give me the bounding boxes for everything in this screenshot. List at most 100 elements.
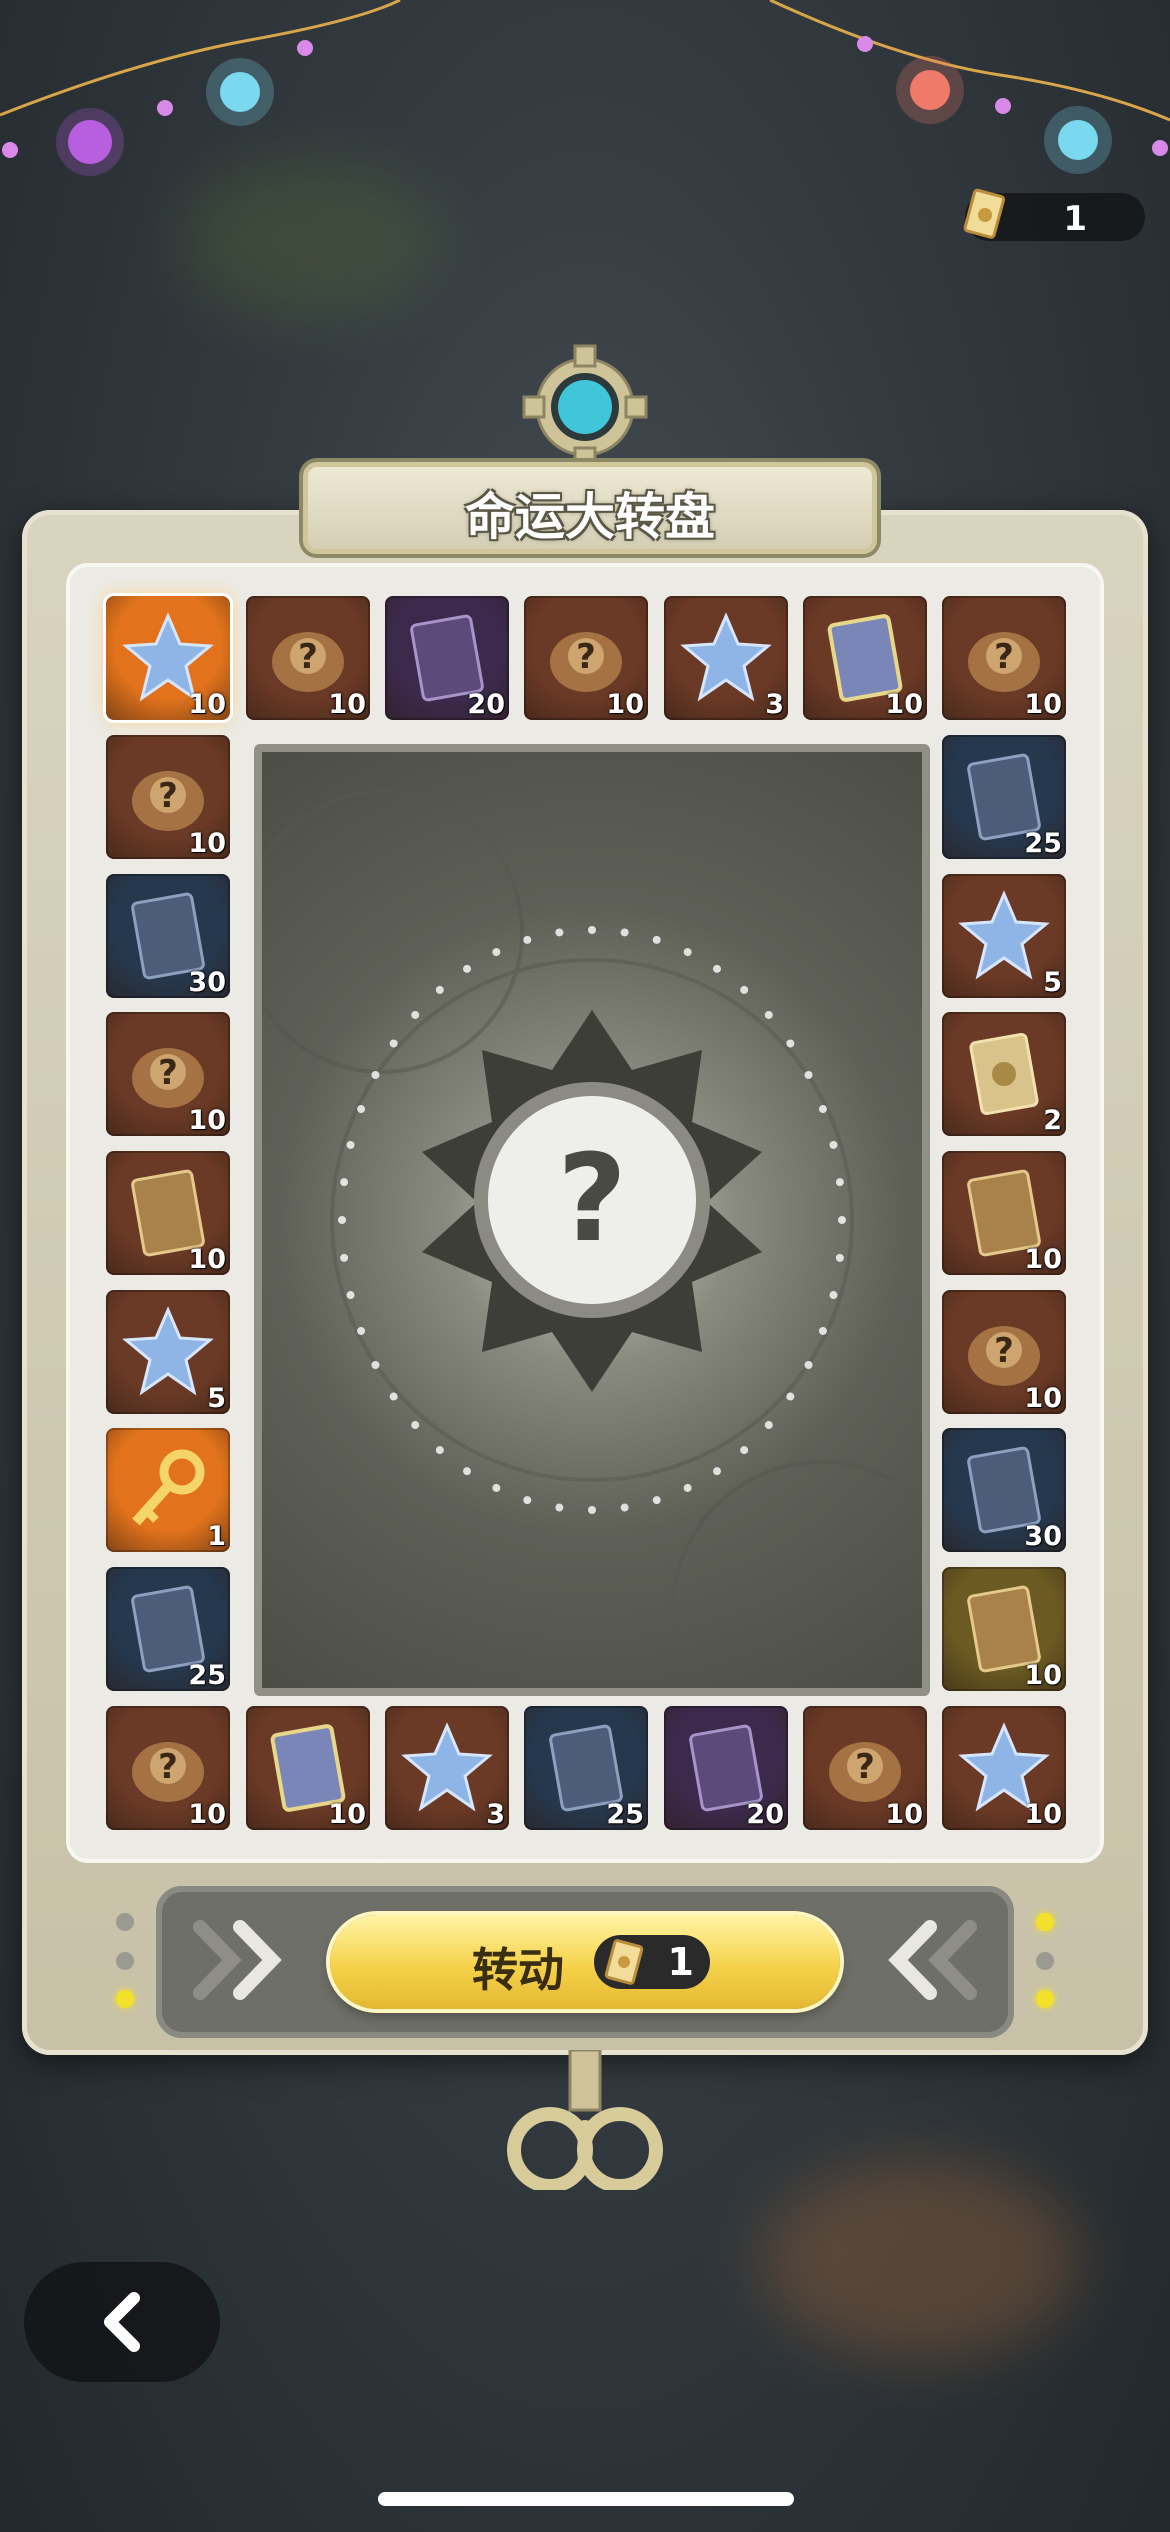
ring-dot	[435, 1446, 444, 1455]
svg-text:?: ?	[158, 1747, 178, 1787]
reward-tile-portrait-card-blue: 30	[106, 874, 230, 998]
ring-dot	[492, 948, 501, 957]
ring-dot	[340, 1178, 349, 1187]
reward-tile-card-gold: 10	[942, 1151, 1066, 1275]
ring-dot	[683, 1483, 692, 1492]
reward-tile-crystal-star: 3	[385, 1706, 509, 1830]
reward-tile-crystal-star: 10	[106, 596, 230, 720]
reward-quantity: 10	[188, 689, 226, 720]
reward-quantity: 20	[467, 689, 505, 720]
spin-cost-badge: 1	[594, 1935, 710, 1989]
bokeh-light	[760, 2160, 1080, 2360]
ring-dot	[713, 964, 721, 973]
indicator-light	[1036, 1952, 1054, 1970]
ring-dot	[683, 948, 692, 957]
ring-dot	[764, 1010, 773, 1019]
ring-dot	[829, 1291, 838, 1300]
reward-tile-portrait-card-purple: 20	[664, 1706, 788, 1830]
indicator-light	[116, 1952, 134, 1970]
indicator-light	[116, 1990, 134, 2008]
ring-dot	[389, 1392, 398, 1401]
ring-dot	[371, 1361, 380, 1369]
reward-tile-mystery-box: ? 10	[106, 1706, 230, 1830]
ring-dot	[371, 1071, 380, 1079]
reward-tile-mystery-box: ? 10	[942, 596, 1066, 720]
spin-button[interactable]: 转动 1	[330, 1915, 840, 2009]
ring-dot	[346, 1291, 355, 1300]
ring-dot	[652, 1496, 661, 1505]
reward-tile-card-gold: 10	[106, 1151, 230, 1275]
reward-quantity: 1	[207, 1521, 226, 1552]
key-ornament	[507, 2050, 663, 2190]
reward-quantity: 2	[1043, 1105, 1062, 1136]
crystal-star-icon	[678, 610, 774, 706]
page-title: 命运大转盘	[465, 488, 715, 546]
reward-tile-crystal-star: 3	[664, 596, 788, 720]
reward-tile-crystal-star: 5	[942, 874, 1066, 998]
ticket-count: 1	[1063, 199, 1087, 239]
crystal-star-icon	[120, 1304, 216, 1400]
reward-quantity: 10	[188, 1799, 226, 1830]
home-indicator	[378, 2492, 794, 2506]
ring-dot	[411, 1010, 420, 1019]
reward-quantity: 30	[188, 967, 226, 998]
ticket-counter: 1	[963, 188, 1145, 241]
ring-dot	[389, 1039, 398, 1048]
question-gear-icon: ?	[262, 790, 922, 1688]
reward-quantity: 25	[606, 1799, 644, 1830]
indicator-light	[1036, 1990, 1054, 2008]
reward-tile-crystal-star: 5	[106, 1290, 230, 1414]
ring-dot	[357, 1326, 366, 1335]
svg-text:?: ?	[298, 637, 318, 677]
ring-dot	[786, 1392, 795, 1401]
ring-dot	[620, 928, 629, 937]
reward-tile-portrait-card-blue: 25	[942, 735, 1066, 859]
ring-dot	[588, 926, 596, 934]
reward-quantity: 10	[1024, 1799, 1062, 1830]
ring-dot	[740, 1446, 749, 1455]
reward-tile-crystal-star: 10	[942, 1706, 1066, 1830]
ring-dot	[818, 1105, 827, 1114]
center-mystery-panel: ?	[254, 744, 930, 1696]
back-button[interactable]	[24, 2262, 220, 2382]
reward-quantity: 5	[1043, 967, 1062, 998]
spin-button-label: 转动	[472, 1943, 564, 1997]
ring-dot	[555, 1503, 564, 1512]
reward-quantity: 10	[1024, 689, 1062, 720]
ring-dot	[804, 1361, 813, 1369]
reward-tile-mystery-box: ? 10	[106, 735, 230, 859]
double-chevron-right-icon	[193, 1920, 282, 2000]
reward-quantity: 3	[486, 1799, 505, 1830]
reward-quantity: 10	[1024, 1244, 1062, 1275]
reward-quantity: 10	[1024, 1383, 1062, 1414]
reward-quantity: 10	[885, 1799, 923, 1830]
reward-quantity: 10	[1024, 1660, 1062, 1691]
svg-text:?: ?	[994, 637, 1014, 677]
ticket-icon	[604, 1939, 644, 1985]
ring-dot	[463, 964, 471, 973]
gear-gem-ornament	[522, 344, 648, 470]
ticket-icon	[963, 188, 1006, 239]
ring-dot	[652, 935, 661, 944]
ring-dot	[838, 1216, 846, 1224]
ring-dot	[818, 1326, 827, 1335]
ring-dot	[523, 1496, 532, 1505]
ring-dot	[523, 935, 532, 944]
reward-tile-ticket-gold: 2	[942, 1012, 1066, 1136]
indicator-light	[1036, 1913, 1054, 1931]
ticket-gold-icon	[956, 1026, 1052, 1122]
reward-quantity: 30	[1024, 1521, 1062, 1552]
ring-dot	[620, 1503, 629, 1512]
reward-tile-gold-key: 1	[106, 1428, 230, 1552]
title-plate: 命运大转盘	[303, 462, 877, 554]
reward-tile-mystery-box: ? 10	[246, 596, 370, 720]
reward-quantity: 25	[188, 1660, 226, 1691]
ring-dot	[764, 1421, 773, 1430]
spin-cost: 1	[667, 1940, 694, 1984]
center-question-mark: ?	[557, 1130, 627, 1269]
ring-dot	[588, 1506, 596, 1514]
ring-dot	[835, 1178, 844, 1187]
reward-tile-portrait-card-blue: 30	[942, 1428, 1066, 1552]
reward-tile-portrait-card-rainbow: 10	[246, 1706, 370, 1830]
ring-dot	[357, 1105, 366, 1114]
